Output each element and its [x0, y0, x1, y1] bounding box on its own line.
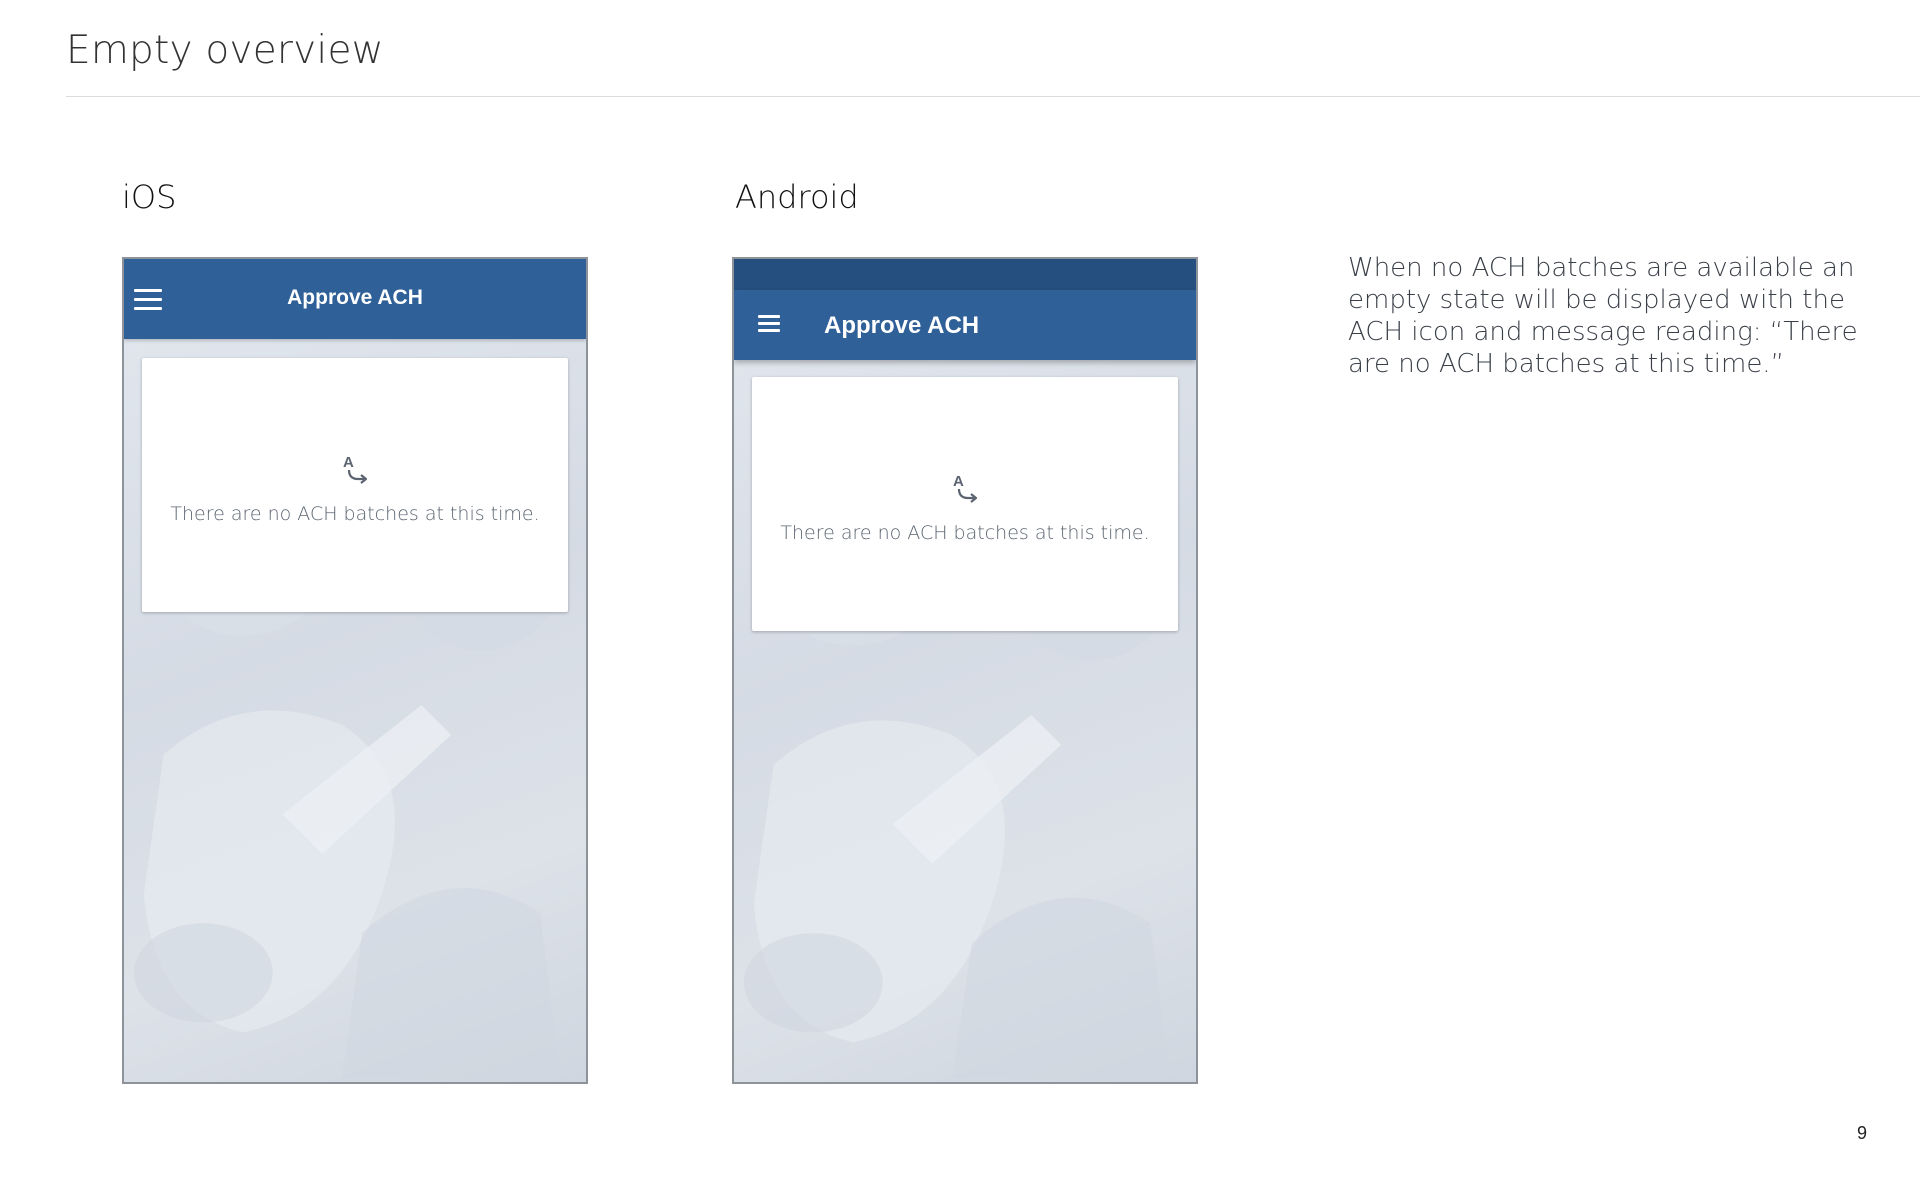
- hamburger-menu-icon[interactable]: [758, 315, 780, 333]
- android-app-bar: Approve ACH: [734, 290, 1196, 360]
- android-label: Android: [735, 178, 859, 216]
- android-status-bar: [734, 259, 1196, 290]
- empty-state-message: There are no ACH batches at this time.: [780, 522, 1150, 544]
- ios-phone-mockup: Approve ACH A There are no ACH batches a…: [122, 257, 588, 1084]
- android-phone-mockup: Approve ACH A There are no ACH batches a…: [732, 257, 1198, 1084]
- empty-state-card: A There are no ACH batches at this time.: [142, 358, 568, 612]
- ios-app-bar: Approve ACH: [124, 259, 586, 339]
- title-divider: [66, 96, 1920, 97]
- ios-label: iOS: [122, 178, 177, 216]
- svg-text:A: A: [343, 454, 354, 471]
- description-text: When no ACH batches are available an emp…: [1348, 253, 1858, 379]
- app-bar-title: Approve ACH: [287, 286, 423, 309]
- slide: Empty overview iOS Android Approve ACH A…: [0, 0, 1920, 1200]
- page-title: Empty overview: [66, 28, 384, 73]
- page-number: 9: [1856, 1123, 1867, 1143]
- empty-state-message: There are no ACH batches at this time.: [170, 503, 540, 525]
- svg-text:A: A: [953, 473, 964, 490]
- app-bar-title: Approve ACH: [824, 312, 980, 339]
- empty-state-card: A There are no ACH batches at this time.: [752, 377, 1178, 631]
- ach-transfer-icon: A: [343, 454, 368, 484]
- ach-transfer-icon: A: [953, 473, 978, 503]
